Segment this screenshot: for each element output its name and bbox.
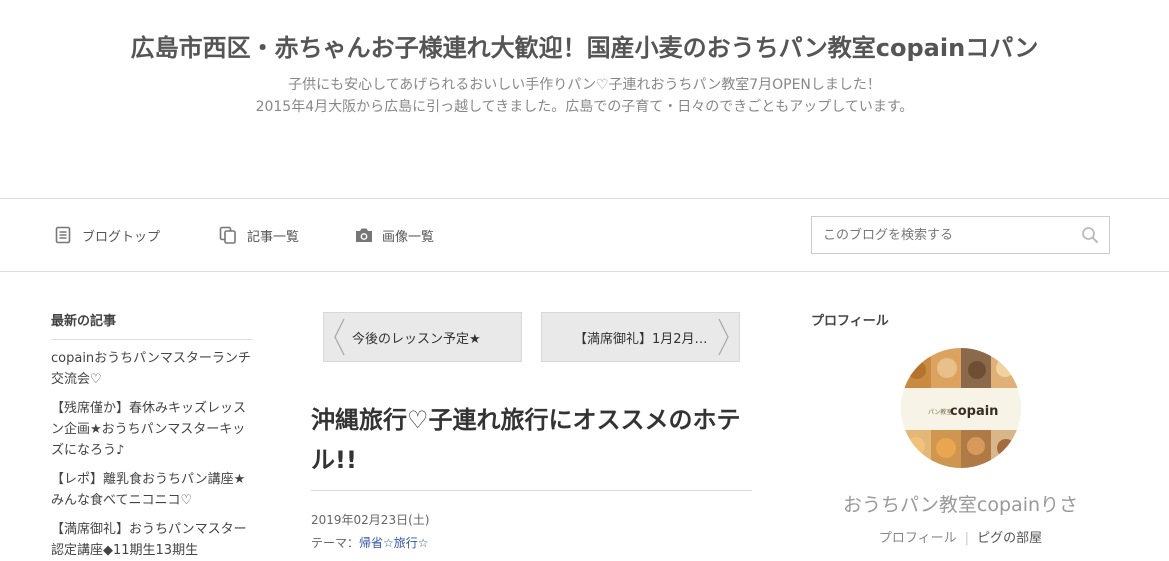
nav-blog-top[interactable]: ブログトップ (54, 225, 160, 245)
chevron-left-icon (334, 318, 345, 356)
recent-articles-list: copainおうちパンマスターランチ交流会♡ 【残席僅か】春休みキッズレッスン企… (51, 348, 253, 561)
blog-navbar: ブログトップ 記事一覧 画像一覧 (0, 198, 1169, 272)
blog-description-line-1: 子供にも安心してあげられるおいしい手作りパン♡子連れおうちパン教室7月OPENし… (288, 77, 881, 93)
link-separator: | (964, 531, 970, 546)
title-divider (311, 490, 752, 491)
next-article-label: 【満席御礼】1月2月… (574, 331, 708, 347)
article-theme-link[interactable]: 帰省☆旅行☆ (359, 536, 429, 550)
article-date: 2019年02月23日(土) (311, 513, 430, 527)
blog-description: 子供にも安心してあげられるおいしい手作りパン♡子連れおうちパン教室7月OPENし… (0, 74, 1169, 118)
nav-image-list[interactable]: 画像一覧 (354, 225, 434, 245)
recent-article-link[interactable]: 【レポ】離乳食おうちパン講座★みんな食べてニコニコ♡ (51, 469, 253, 511)
next-article-button[interactable]: 【満席御礼】1月2月… (541, 312, 740, 362)
nav-article-list-label: 記事一覧 (247, 229, 300, 245)
blog-header: 広島市西区・赤ちゃんお子様連れ大歓迎！国産小麦のおうちパン教室copainコパン… (0, 0, 1169, 198)
recent-article-link[interactable]: 【満席御礼】おうちパンマスター認定講座◆11期生13期生 (51, 519, 253, 561)
nav-image-list-label: 画像一覧 (382, 229, 435, 245)
avatar-logo-small-text: パン教室 (928, 408, 952, 416)
profile-heading: プロフィール (811, 314, 889, 329)
avatar-logo-text: copain (950, 404, 998, 419)
recent-articles-sidebar: 最新の記事 copainおうちパンマスターランチ交流会♡ 【残席僅か】春休みキッ… (51, 310, 253, 561)
prev-article-label: 今後のレッスン予定★ (352, 331, 481, 347)
search-icon[interactable] (1081, 226, 1099, 244)
article-title[interactable]: 沖縄旅行♡子連れ旅行にオススメのホテル!! (311, 400, 752, 480)
nav-article-list[interactable]: 記事一覧 (219, 225, 299, 245)
profile-name[interactable]: おうちパン教室copainりさ (811, 490, 1110, 517)
profile-link[interactable]: プロフィール (879, 531, 957, 546)
avatar[interactable]: パン教室 copain (901, 348, 1021, 468)
blog-search-box (811, 216, 1110, 254)
recent-articles-heading: 最新の記事 (51, 310, 253, 340)
blog-search-input[interactable] (812, 217, 1083, 253)
profile-sidebar: プロフィール パン教室 copain おうちパン教室copainりさ プロフィー… (811, 310, 1110, 546)
pigg-room-link[interactable]: ピグの部屋 (977, 531, 1042, 546)
blog-description-line-2: 2015年4月大阪から広島に引っ越してきました。広島での子育て・日々のできごとも… (255, 99, 914, 115)
nav-blog-top-label: ブログトップ (82, 229, 161, 245)
article-theme: テーマ：帰省☆旅行☆ (311, 534, 429, 551)
recent-article-link[interactable]: 【残席僅か】春休みキッズレッスン企画★おうちパンマスターキッズになろう♪ (51, 398, 253, 461)
prev-article-button[interactable]: 今後のレッスン予定★ (323, 312, 522, 362)
article-theme-label: テーマ： (311, 536, 360, 550)
copy-icon (219, 226, 237, 244)
chevron-right-icon (718, 318, 729, 356)
profile-links: プロフィール | ピグの部屋 (811, 527, 1110, 546)
recent-article-link[interactable]: copainおうちパンマスターランチ交流会♡ (51, 348, 253, 390)
camera-icon (354, 226, 372, 244)
document-icon (54, 226, 72, 244)
blog-title[interactable]: 広島市西区・赤ちゃんお子様連れ大歓迎！国産小麦のおうちパン教室copainコパン (0, 28, 1169, 63)
